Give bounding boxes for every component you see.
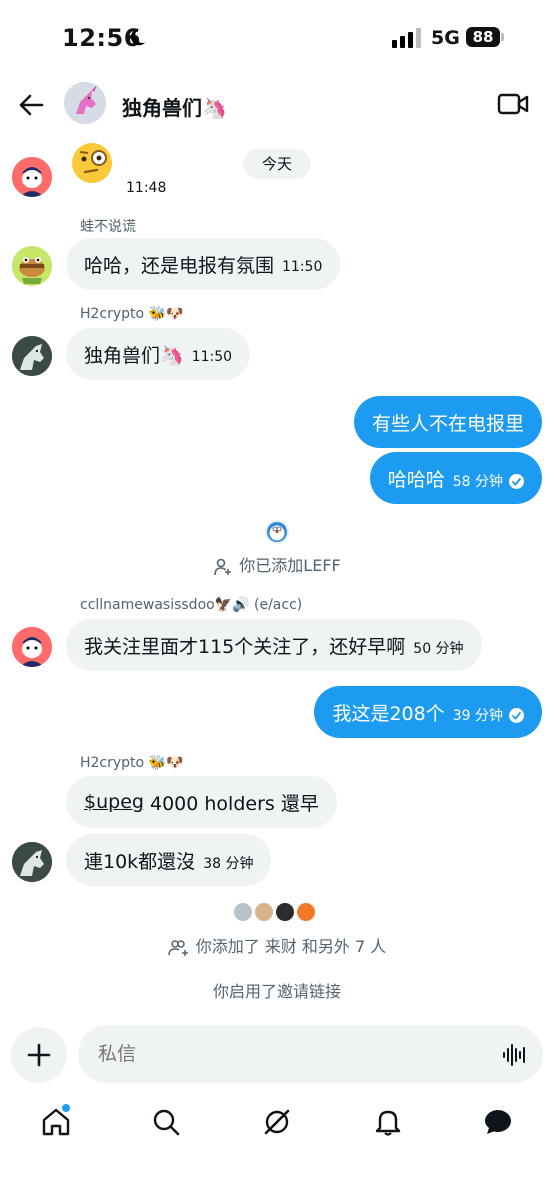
status-bar: 12:56 5G 88 <box>0 0 554 70</box>
member-avatar <box>253 901 275 923</box>
system-message: 你已添加LEFF <box>0 552 554 577</box>
outgoing-message-bubble[interactable]: 哈哈哈 58 分钟 <box>369 452 542 504</box>
battery-indicator: 88 <box>466 27 500 47</box>
sender-name[interactable]: ccllnamewasissdoo🦅🔊 (e/acc) <box>80 597 302 613</box>
cashtag-link[interactable]: $upeg <box>84 791 144 813</box>
message-bubble[interactable]: 哈哈，还是电报有氛围 11:50 <box>66 238 341 290</box>
message-text: 我关注里面才115个关注了，还好早啊 <box>84 635 406 658</box>
group-avatar[interactable] <box>64 82 106 124</box>
composer <box>0 1025 554 1085</box>
message-time: 39 分钟 <box>452 708 503 724</box>
member-avatar <box>232 901 254 923</box>
moon-icon <box>130 28 146 46</box>
message-bubble[interactable]: 我关注里面才115个关注了，还好早啊 50 分钟 <box>66 619 482 671</box>
outgoing-message-bubble[interactable]: 有些人不在电报里 <box>353 396 542 448</box>
add-attachment-button[interactable] <box>11 1027 67 1083</box>
member-avatar <box>295 901 317 923</box>
message-time: 38 分钟 <box>203 856 254 872</box>
network-label: 5G <box>431 27 460 49</box>
add-people-icon <box>167 939 188 956</box>
message-text: 独角兽们🦄 <box>84 344 184 367</box>
signal-icon <box>392 28 421 48</box>
system-text: 你启用了邀请链接 <box>212 982 341 1001</box>
add-person-icon <box>214 558 232 575</box>
avatar[interactable] <box>12 627 52 667</box>
back-arrow-icon[interactable] <box>16 90 46 120</box>
message-input[interactable] <box>78 1025 543 1083</box>
member-avatar <box>274 901 296 923</box>
avatar[interactable] <box>12 336 52 376</box>
avatar[interactable] <box>12 842 52 882</box>
unicorn-avatar-icon <box>64 82 106 124</box>
message-bubble[interactable]: 連10k都還沒 38 分钟 <box>66 834 272 886</box>
avatar[interactable] <box>12 246 52 286</box>
grok-icon[interactable] <box>261 1106 293 1138</box>
message-text: 哈哈，还是电报有氛围 <box>84 254 275 277</box>
monocle-face-icon <box>72 143 112 183</box>
message-text: 4000 holders 還早 <box>143 792 319 815</box>
message-time: 11:50 <box>191 349 233 365</box>
message-time: 11:50 <box>282 259 323 275</box>
system-message: 你添加了 来财 和另外 7 人 <box>0 933 554 958</box>
messages-icon[interactable] <box>482 1106 514 1138</box>
notifications-icon[interactable] <box>372 1106 404 1138</box>
system-text: 你已添加LEFF <box>239 556 341 575</box>
sender-name[interactable]: H2crypto 🐝🐶 <box>80 306 183 322</box>
frog-avatar-icon <box>12 246 52 286</box>
emoji-message[interactable] <box>70 141 114 185</box>
search-icon[interactable] <box>150 1106 182 1138</box>
message-text: 我这是208个 <box>332 702 445 725</box>
message-time: 50 分钟 <box>413 641 464 657</box>
video-call-icon[interactable] <box>497 91 529 117</box>
message-bubble[interactable]: 独角兽们🦄 11:50 <box>66 328 251 380</box>
chat-header: 独角兽们🦄 <box>0 78 554 132</box>
message-bubble[interactable]: $upeg 4000 holders 還早 <box>66 776 337 828</box>
person-avatar-icon <box>12 157 52 197</box>
read-check-icon <box>509 707 524 723</box>
outgoing-message-bubble[interactable]: 我这是208个 39 分钟 <box>314 686 542 738</box>
message-time: 11:48 <box>126 180 167 196</box>
message-text: 連10k都還沒 <box>84 850 196 873</box>
sender-name[interactable]: 蛙不说谎 <box>80 216 136 236</box>
message-text: 哈哈哈 <box>387 468 445 491</box>
pixel-unicorn-avatar-icon <box>12 336 52 376</box>
system-text: 你添加了 来财 和另外 7 人 <box>195 937 387 956</box>
avatar[interactable] <box>12 157 52 197</box>
bottom-tab-bar <box>0 1098 554 1158</box>
doraemon-avatar-icon <box>267 522 287 542</box>
system-message: 你启用了邀请链接 <box>0 978 554 1002</box>
leff-avatar[interactable] <box>265 520 289 544</box>
group-title[interactable]: 独角兽们🦄 <box>122 92 227 121</box>
read-check-icon <box>509 473 524 489</box>
home-notification-dot <box>62 1104 70 1112</box>
date-separator: 今天 <box>243 149 311 179</box>
plus-icon <box>27 1043 51 1067</box>
battery-tip <box>501 33 504 41</box>
pixel-unicorn-avatar-icon <box>12 842 52 882</box>
person-avatar-icon <box>12 627 52 667</box>
voice-message-icon[interactable] <box>502 1043 528 1067</box>
message-time: 58 分钟 <box>452 474 503 490</box>
message-text: 有些人不在电报里 <box>371 412 524 435</box>
sender-name[interactable]: H2crypto 🐝🐶 <box>80 755 183 771</box>
